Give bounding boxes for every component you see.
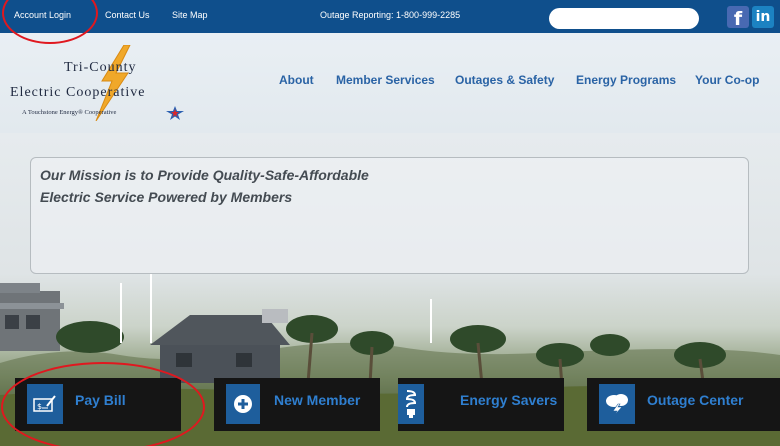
outage-reporting-phone: Outage Reporting: 1-800-999-2285: [320, 10, 461, 20]
storm-cloud-icon: [599, 384, 635, 424]
energy-savers-button[interactable]: Energy Savers: [398, 378, 564, 431]
logo-line-2: Electric Cooperative: [10, 85, 146, 100]
outage-center-button[interactable]: Outage Center: [587, 378, 780, 431]
new-member-label: New Member: [274, 392, 361, 408]
cooperative-logo[interactable]: Tri-County Electric Cooperative A Touchs…: [10, 41, 200, 125]
mission-line-1: Our Mission is to Provide Quality-Safe-A…: [40, 167, 369, 183]
pay-bill-button[interactable]: $ Pay Bill: [15, 378, 181, 431]
contact-us-link[interactable]: Contact Us: [105, 10, 150, 20]
mission-statement: Our Mission is to Provide Quality-Safe-A…: [40, 164, 460, 208]
site-header: Tri-County Electric Cooperative A Touchs…: [0, 33, 780, 133]
logo-tagline: A Touchstone Energy® Cooperative: [22, 109, 117, 116]
site-map-link[interactable]: Site Map: [172, 10, 208, 20]
search-input[interactable]: [549, 8, 699, 29]
linkedin-icon[interactable]: in: [752, 6, 774, 28]
mission-statement-box: Our Mission is to Provide Quality-Safe-A…: [30, 157, 749, 274]
nav-about[interactable]: About: [279, 73, 314, 87]
nav-your-coop[interactable]: Your Co-op: [695, 73, 759, 87]
logo-line-1: Tri-County: [64, 60, 137, 75]
mission-line-2: Electric Service Powered by Members: [40, 189, 293, 205]
account-login-link[interactable]: Account Login: [14, 10, 71, 20]
outage-center-label: Outage Center: [647, 392, 744, 408]
facebook-icon[interactable]: f: [727, 6, 749, 30]
pay-bill-label: Pay Bill: [75, 392, 126, 408]
pay-bill-icon: $: [27, 384, 63, 424]
touchstone-star-icon: [166, 106, 184, 120]
new-member-button[interactable]: New Member: [214, 378, 380, 431]
add-member-icon: [226, 384, 260, 424]
nav-outages-safety[interactable]: Outages & Safety: [455, 73, 554, 87]
lightbulb-icon: [398, 384, 424, 424]
nav-member-services[interactable]: Member Services: [336, 73, 435, 87]
top-utility-bar: Account Login Contact Us Site Map Outage…: [0, 0, 780, 33]
nav-energy-programs[interactable]: Energy Programs: [576, 73, 676, 87]
svg-text:$: $: [37, 402, 42, 411]
energy-savers-label: Energy Savers: [460, 392, 558, 408]
